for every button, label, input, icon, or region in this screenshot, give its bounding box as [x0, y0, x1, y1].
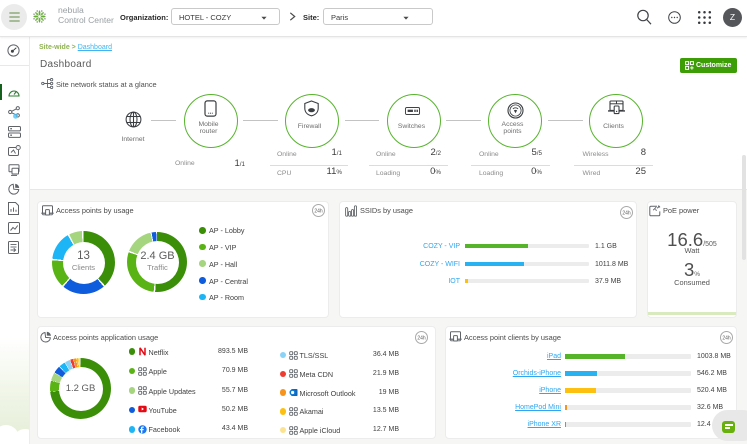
svg-text:24h: 24h	[314, 208, 323, 214]
svg-text:24h: 24h	[622, 210, 631, 216]
svg-text:24h: 24h	[722, 335, 731, 341]
svg-text:24h: 24h	[417, 335, 426, 341]
